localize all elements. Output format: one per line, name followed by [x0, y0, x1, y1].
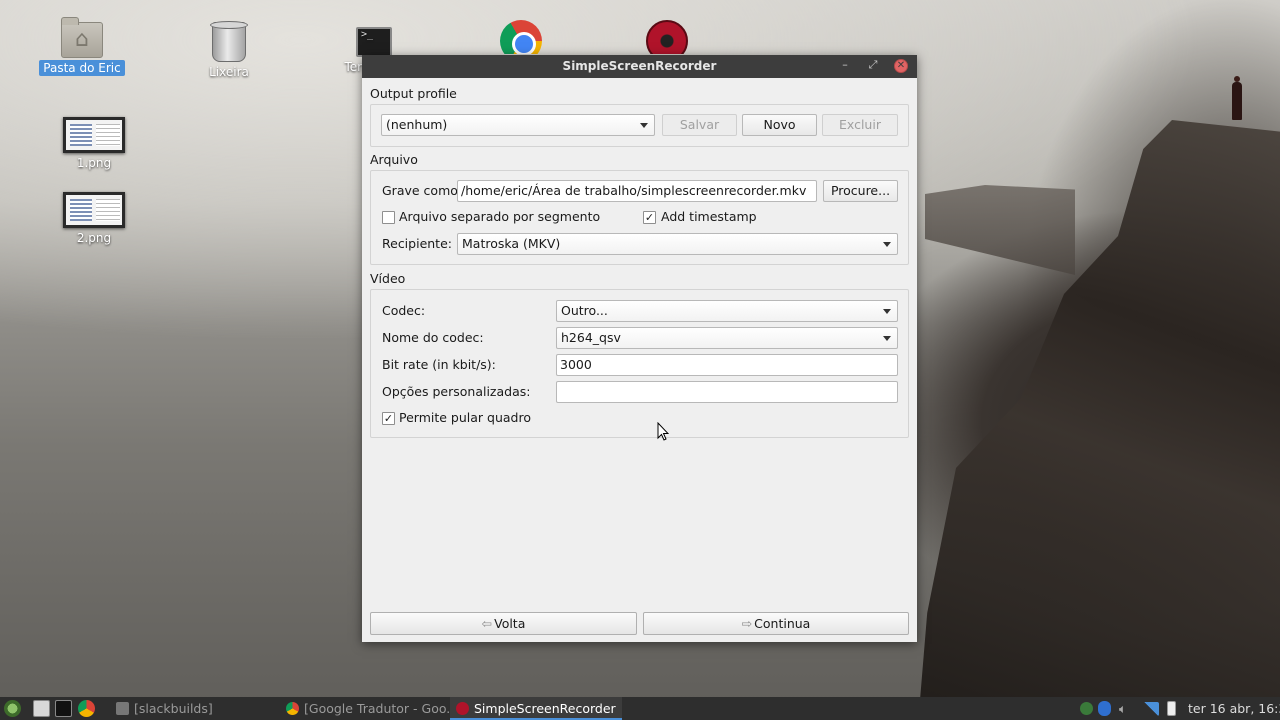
image-thumbnail-icon — [63, 117, 125, 153]
network-globe-icon[interactable] — [1080, 702, 1093, 715]
volume-icon[interactable]: 🔈︎ — [1119, 697, 1127, 720]
maximize-button[interactable]: ⤢ — [866, 59, 880, 73]
chevron-down-icon — [883, 309, 891, 314]
chrome-icon — [286, 702, 299, 715]
terminal-launcher-icon[interactable] — [55, 700, 72, 717]
add-timestamp-checkbox[interactable]: ✓ — [643, 211, 656, 224]
screen-recorder-icon — [456, 702, 469, 715]
save-as-path-input[interactable]: /home/eric/Área de trabalho/simplescreen… — [457, 180, 817, 202]
add-timestamp-label: Add timestamp — [661, 209, 757, 224]
wifi-signal-icon[interactable] — [1143, 702, 1159, 716]
section-output-profile: Output profile — [370, 86, 457, 101]
task-label: [Google Tradutor - Goo... — [304, 701, 450, 716]
background-person-figure — [1232, 76, 1242, 120]
chrome-launcher-icon[interactable] — [78, 700, 95, 717]
section-file: Arquivo — [370, 152, 418, 167]
desktop-icon-file-2[interactable]: 2.png — [49, 192, 139, 246]
taskbar-task-simplescreenrecorder[interactable]: SimpleScreenRecorder — [450, 697, 622, 720]
save-as-label: Grave como: — [382, 183, 463, 198]
close-button[interactable]: ✕ — [894, 59, 908, 73]
screen-recorder-icon — [646, 20, 688, 54]
custom-options-label: Opções personalizadas: — [382, 384, 531, 399]
bitrate-input[interactable]: 3000 — [556, 354, 898, 376]
terminal-icon: >_ — [356, 27, 392, 57]
ssr-window: SimpleScreenRecorder – ⤢ ✕ Output profil… — [362, 55, 917, 642]
allow-frame-skip-checkbox[interactable]: ✓ — [382, 412, 395, 425]
codec-name-select[interactable]: h264_qsv — [556, 327, 898, 349]
container-select[interactable]: Matroska (MKV) — [457, 233, 898, 255]
container-select-value: Matroska (MKV) — [462, 236, 561, 251]
continue-button-label: Continua — [754, 616, 811, 631]
profile-select-value: (nenhum) — [386, 117, 448, 132]
custom-options-input[interactable] — [556, 381, 898, 403]
desktop-icon-label: Pasta do Eric — [39, 60, 125, 76]
window-title: SimpleScreenRecorder — [562, 59, 717, 73]
chevron-down-icon — [883, 336, 891, 341]
back-button[interactable]: ⇦ Volta — [370, 612, 637, 635]
folder-icon — [116, 702, 129, 715]
desktop-icon-simplescreenrecorder[interactable] — [622, 20, 712, 54]
chevron-down-icon — [640, 123, 648, 128]
desktop-icon-chrome[interactable] — [476, 20, 566, 54]
desktop-icon-label: 2.png — [76, 231, 112, 245]
browse-button[interactable]: Procure... — [823, 180, 898, 202]
task-label: SimpleScreenRecorder — [474, 701, 616, 716]
desktop-icon-label: Lixeira — [209, 65, 249, 79]
trash-icon — [210, 21, 248, 62]
home-folder-icon — [61, 17, 103, 58]
chrome-icon — [500, 20, 542, 54]
desktop-icon-file-1[interactable]: 1.png — [49, 117, 139, 171]
save-profile-button[interactable]: Salvar — [662, 114, 737, 136]
clock[interactable]: ter 16 abr, 16:36 — [1188, 697, 1280, 720]
bluetooth-icon[interactable] — [1098, 701, 1111, 716]
desktop-icon-label: 1.png — [76, 156, 112, 170]
image-thumbnail-icon — [63, 192, 125, 228]
mouse-cursor-icon — [657, 422, 669, 441]
codec-name-label: Nome do codec: — [382, 330, 484, 345]
back-arrow-icon: ⇦ — [481, 616, 493, 631]
battery-icon[interactable] — [1167, 701, 1176, 716]
allow-frame-skip-label: Permite pular quadro — [399, 410, 531, 425]
taskbar-task-google-translate[interactable]: [Google Tradutor - Goo... — [280, 697, 450, 720]
file-group: Grave como: /home/eric/Área de trabalho/… — [370, 170, 909, 265]
codec-select-value: Outro... — [561, 303, 608, 318]
separate-file-label: Arquivo separado por segmento — [399, 209, 601, 224]
desktop-icon-trash[interactable]: Lixeira — [184, 21, 274, 80]
separate-file-checkbox[interactable] — [382, 211, 395, 224]
minimize-button[interactable]: – — [838, 59, 852, 73]
codec-label: Codec: — [382, 303, 426, 318]
start-menu-icon[interactable] — [4, 700, 21, 717]
task-label: [slackbuilds] — [134, 701, 213, 716]
continue-button[interactable]: ⇨ Continua — [643, 612, 909, 635]
video-group: Codec: Outro... Nome do codec: h264_qsv … — [370, 289, 909, 438]
taskbar-task-slackbuilds[interactable]: [slackbuilds] — [110, 697, 280, 720]
profile-select[interactable]: (nenhum) — [381, 114, 655, 136]
back-button-label: Volta — [494, 616, 526, 631]
desktop-icon-home-folder[interactable]: Pasta do Eric — [37, 17, 127, 76]
new-profile-button[interactable]: Novo — [742, 114, 817, 136]
delete-profile-button[interactable]: Excluir — [822, 114, 898, 136]
forward-arrow-icon: ⇨ — [741, 616, 753, 631]
container-label: Recipiente: — [382, 236, 452, 251]
file-manager-launcher-icon[interactable] — [33, 700, 50, 717]
background-cliff-distant — [925, 185, 1075, 275]
chevron-down-icon — [883, 242, 891, 247]
codec-select[interactable]: Outro... — [556, 300, 898, 322]
output-profile-group: (nenhum) Salvar Novo Excluir — [370, 104, 909, 147]
window-titlebar[interactable]: SimpleScreenRecorder – ⤢ ✕ — [362, 55, 917, 78]
codec-name-select-value: h264_qsv — [561, 330, 621, 345]
taskbar: [slackbuilds] [Google Tradutor - Goo... … — [0, 697, 1280, 720]
section-video: Vídeo — [370, 271, 406, 286]
bitrate-label: Bit rate (in kbit/s): — [382, 357, 496, 372]
